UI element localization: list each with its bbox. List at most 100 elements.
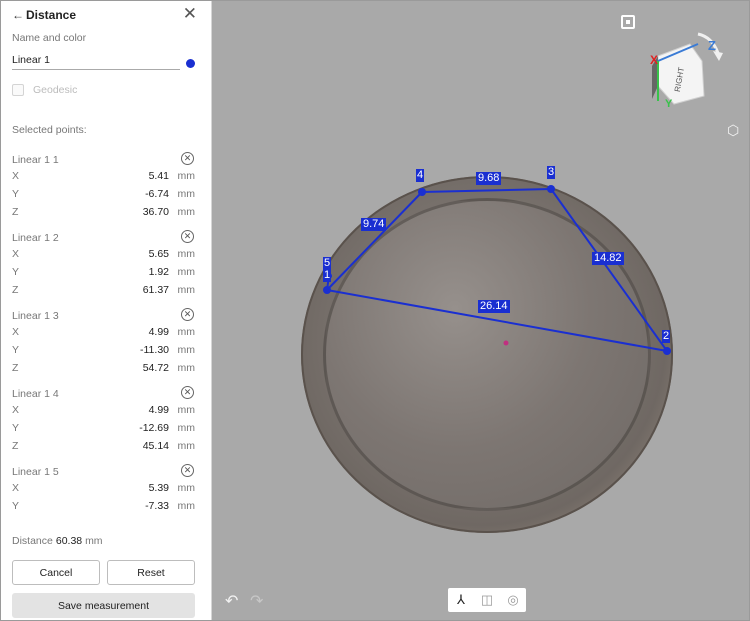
coord-row-x: X 5.39 mm (12, 482, 195, 496)
distance-value: 60.38 (55, 535, 83, 547)
axis-label: Z (12, 206, 19, 218)
panel-title: Distance (26, 8, 77, 22)
distance-summary: Distance 60.38 mm (12, 535, 103, 547)
remove-point-icon[interactable]: ✕ (181, 386, 194, 399)
coord-row-z: Z 36.70 mm (12, 206, 195, 220)
point-marker (547, 185, 555, 193)
coord-value: -12.69 (139, 422, 169, 434)
unit-label: mm (177, 362, 196, 374)
point-block: Linear 1 3 ✕ X 4.99 mm Y -11.30 mm Z 54.72 mm (1, 307, 211, 385)
axis-label: Y (12, 422, 20, 434)
point-label: 2 (662, 330, 671, 343)
color-picker-dot[interactable] (186, 59, 195, 68)
coord-row-x: X 5.41 mm (12, 170, 195, 184)
selected-points-label: Selected points: (12, 124, 87, 136)
coord-row-x: X 5.65 mm (12, 248, 195, 262)
coord-value: 54.72 (142, 362, 169, 374)
coord-row-y: Y -11.30 mm (12, 344, 195, 358)
point-label: 3 (547, 166, 556, 179)
geodesic-label: Geodesic (33, 84, 78, 96)
point-label: 4 (416, 169, 425, 182)
point-marker (323, 286, 331, 294)
point-title: Linear 1 5 (12, 466, 59, 478)
axis-label: Z (12, 362, 19, 374)
point-block: Linear 1 5 ✕ X 5.39 mm Y -7.33 mm (1, 463, 211, 523)
remove-point-icon[interactable]: ✕ (181, 230, 194, 243)
unit-label: mm (177, 500, 196, 512)
surface-tool-icon[interactable]: ◎ (500, 588, 526, 612)
axis-label: Z (12, 440, 19, 452)
unit-label: mm (177, 482, 196, 494)
segment-label: 14.82 (592, 252, 624, 265)
remove-point-icon[interactable]: ✕ (181, 464, 194, 477)
coord-value: 4.99 (148, 404, 169, 416)
save-measurement-button[interactable]: Save measurement (12, 593, 195, 618)
point-block: Linear 1 4 ✕ X 4.99 mm Y -12.69 mm Z 45.14 mm (1, 385, 211, 463)
unit-label: mm (177, 326, 196, 338)
coord-value: 45.14 (142, 440, 169, 452)
measurement-name-input[interactable] (12, 51, 180, 70)
unit-label: mm (177, 404, 196, 416)
point-label: 1 (323, 269, 332, 282)
points-list[interactable]: Linear 1 1 ✕ X 5.41 mm Y -6.74 mm Z 36.70 mm L… (1, 151, 211, 523)
pivot-marker (503, 340, 509, 346)
point-title: Linear 1 3 (12, 310, 59, 322)
distance-unit: mm (85, 535, 103, 547)
fit-view-icon[interactable] (621, 15, 635, 29)
3d-viewport[interactable]: 9.68 9.74 14.82 26.14 1 2 3 4 5 X Y Z RI… (212, 1, 749, 620)
coord-value: 5.41 (148, 170, 169, 182)
axis-label: X (12, 248, 20, 260)
panel-header: ← Distance ✕ (12, 5, 197, 23)
point-title: Linear 1 2 (12, 232, 59, 244)
unit-label: mm (177, 422, 196, 434)
unit-label: mm (177, 248, 196, 260)
point-block: Linear 1 2 ✕ X 5.65 mm Y 1.92 mm Z 61.37 mm (1, 229, 211, 307)
app-window: ← Distance ✕ Name and color Geodesic Sel… (0, 0, 750, 621)
axes-tool-icon[interactable]: ⅄ (448, 588, 474, 612)
unit-label: mm (177, 440, 196, 452)
segment-3-2 (550, 188, 668, 352)
coord-row-x: X 4.99 mm (12, 326, 195, 340)
back-arrow-icon[interactable]: ← (12, 8, 26, 22)
coord-row-y: Y -12.69 mm (12, 422, 195, 436)
bottom-toolbar: ⅄ ◫ ◎ (448, 588, 526, 612)
coord-row-z: Z 61.37 mm (12, 284, 195, 298)
gizmo-x-label: X (650, 53, 659, 67)
coord-value: 5.65 (148, 248, 169, 260)
close-icon[interactable]: ✕ (183, 5, 197, 23)
axis-label: X (12, 170, 20, 182)
point-title: Linear 1 4 (12, 388, 59, 400)
redo-icon[interactable]: ↷ (250, 591, 263, 611)
unit-label: mm (177, 344, 196, 356)
coord-value: 36.70 (142, 206, 169, 218)
unit-label: mm (177, 170, 196, 182)
gizmo-z-label: Z (708, 38, 716, 53)
geodesic-checkbox[interactable] (12, 84, 24, 96)
axis-label: Y (12, 500, 20, 512)
unit-label: mm (177, 206, 196, 218)
coord-row-y: Y -6.74 mm (12, 188, 195, 202)
cancel-button[interactable]: Cancel (12, 560, 100, 585)
distance-panel: ← Distance ✕ Name and color Geodesic Sel… (1, 1, 212, 620)
remove-point-icon[interactable]: ✕ (181, 152, 194, 165)
axis-label: Y (12, 266, 20, 278)
coord-value: 5.39 (148, 482, 169, 494)
coord-value: 1.92 (148, 266, 169, 278)
small-cube-icon[interactable]: ⬡ (727, 122, 739, 139)
coord-row-x: X 4.99 mm (12, 404, 195, 418)
reset-button[interactable]: Reset (107, 560, 195, 585)
distance-label: Distance (12, 535, 53, 547)
undo-icon[interactable]: ↶ (225, 591, 238, 611)
coord-value: 4.99 (148, 326, 169, 338)
coord-row-z: Z 45.14 mm (12, 440, 195, 454)
axis-label: Z (12, 284, 19, 296)
point-block: Linear 1 1 ✕ X 5.41 mm Y -6.74 mm Z 36.70 mm (1, 151, 211, 229)
gizmo-y-label: Y (665, 98, 673, 110)
point-marker (418, 188, 426, 196)
coord-row-z: Z 54.72 mm (12, 362, 195, 376)
segment-1-4 (326, 191, 423, 291)
box-tool-icon[interactable]: ◫ (474, 588, 500, 612)
unit-label: mm (177, 266, 196, 278)
coord-value: -7.33 (145, 500, 169, 512)
remove-point-icon[interactable]: ✕ (181, 308, 194, 321)
